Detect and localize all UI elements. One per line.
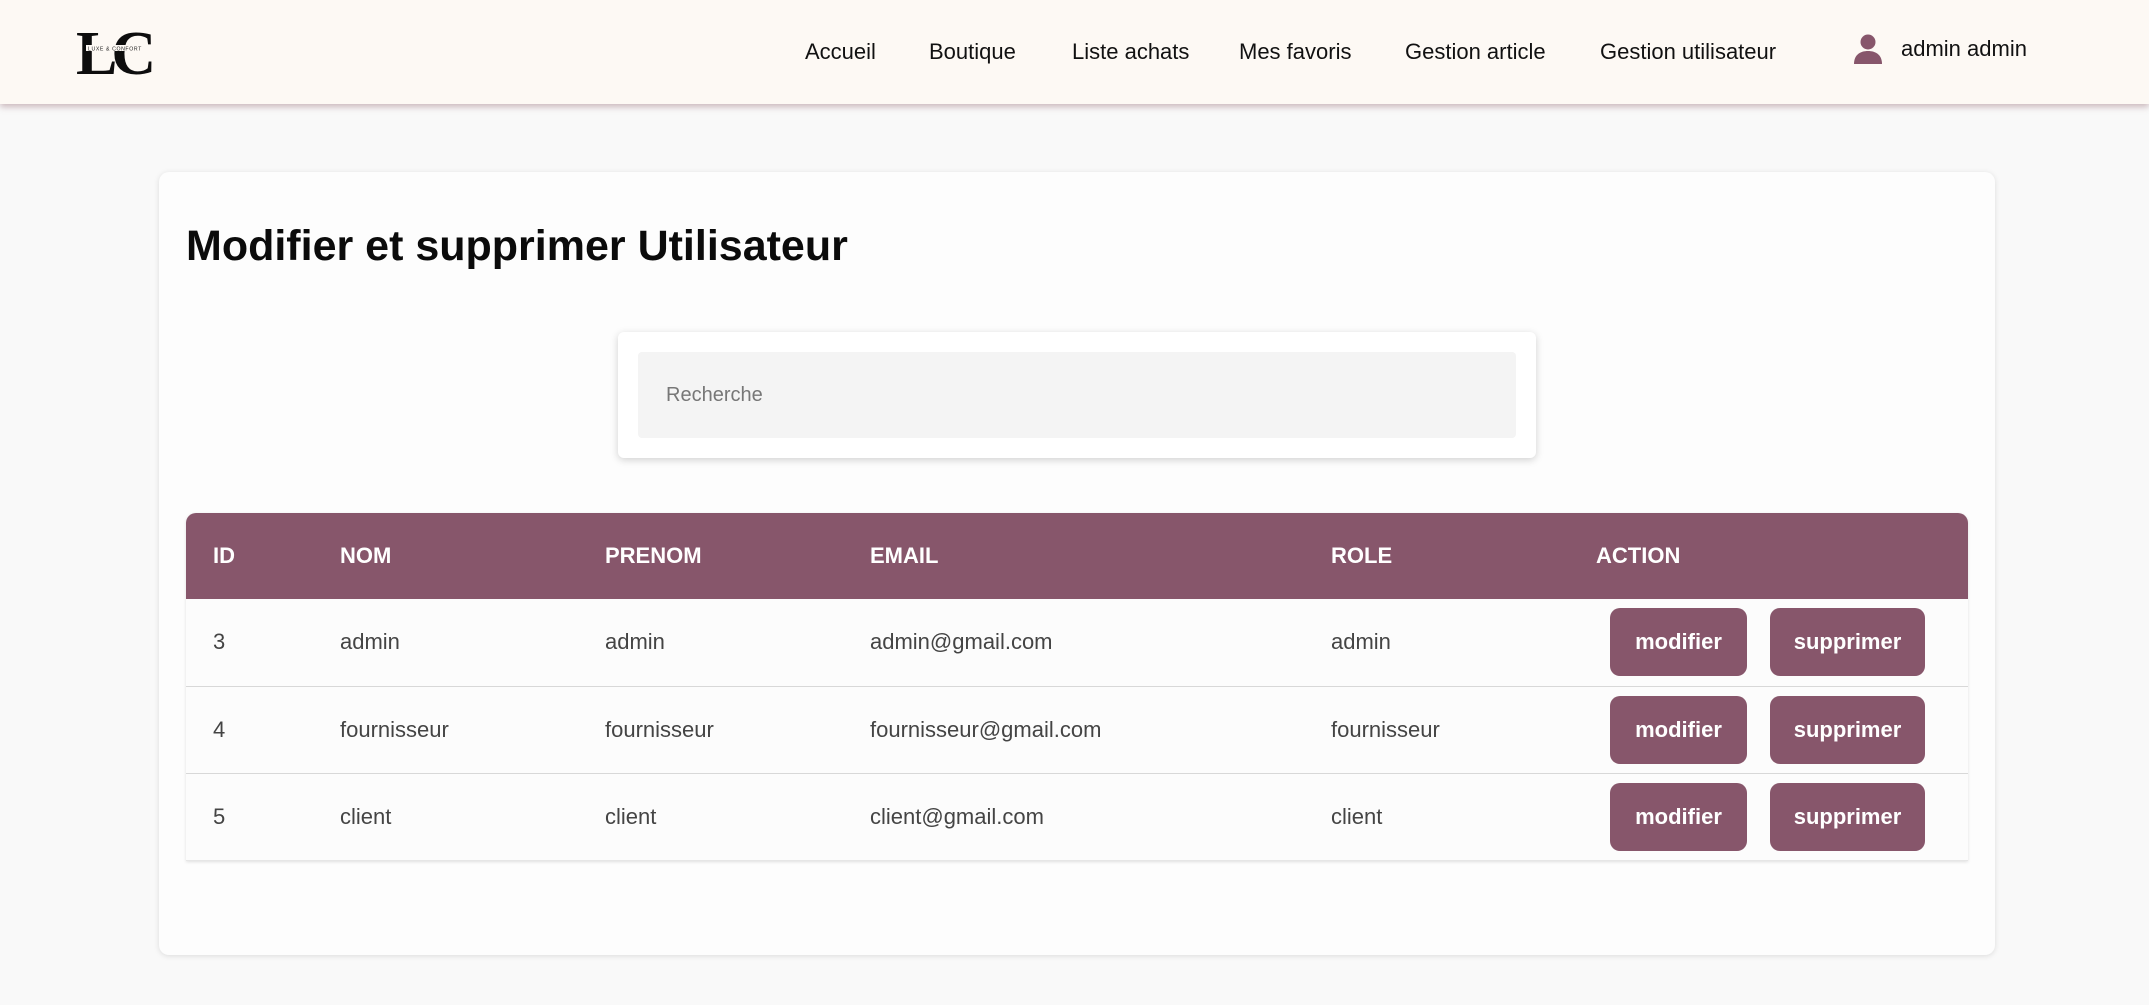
brand-logo[interactable]: LC LUXE & CONFORT [76, 22, 162, 78]
user-menu[interactable]: admin admin [1853, 33, 2027, 65]
table-row: 3 admin admin admin@gmail.com admin modi… [186, 599, 1968, 686]
column-header-id: ID [213, 543, 235, 568]
modifier-button[interactable]: modifier [1610, 695, 1747, 764]
modifier-button[interactable]: modifier [1610, 608, 1747, 677]
logo-tagline: LUXE & CONFORT [88, 47, 142, 53]
column-header-action: ACTION [1596, 543, 1681, 568]
nav-gestion-article[interactable]: Gestion article [1405, 38, 1546, 66]
nav-mes-favoris[interactable]: Mes favoris [1239, 38, 1351, 66]
table-header-row: ID NOM PRENOM EMAIL ROLE ACTION [186, 513, 1968, 599]
top-navbar: LC LUXE & CONFORT Accueil Boutique Liste… [0, 0, 2149, 104]
cell-actions: modifier supprimer [1569, 599, 1968, 686]
cell-id: 4 [213, 716, 226, 742]
users-table: ID NOM PRENOM EMAIL ROLE ACTION 3 admin … [186, 513, 1968, 861]
nav-accueil[interactable]: Accueil [805, 38, 876, 66]
cell-nom: fournisseur [340, 716, 449, 742]
table-row: 4 fournisseur fournisseur fournisseur@gm… [186, 686, 1968, 773]
column-header-role: ROLE [1331, 543, 1393, 568]
cell-id: 5 [213, 803, 226, 829]
search-container [618, 332, 1536, 458]
users-table-container: ID NOM PRENOM EMAIL ROLE ACTION 3 admin … [186, 513, 1968, 861]
cell-role: fournisseur [1331, 716, 1440, 742]
cell-prenom: client [605, 803, 657, 829]
cell-role: admin [1331, 629, 1391, 655]
nav-liste-achats[interactable]: Liste achats [1072, 38, 1189, 66]
logo-icon: LC LUXE & CONFORT [76, 22, 158, 78]
cell-email: admin@gmail.com [870, 629, 1053, 655]
user-management-card: Modifier et supprimer Utilisateur ID NOM… [159, 172, 1995, 955]
column-header-email: EMAIL [870, 543, 939, 568]
user-icon [1854, 34, 1882, 64]
nav-gestion-utilisateur[interactable]: Gestion utilisateur [1600, 38, 1776, 66]
search-input[interactable] [638, 352, 1516, 438]
modifier-button[interactable]: modifier [1610, 782, 1747, 851]
nav-boutique[interactable]: Boutique [929, 38, 1016, 66]
cell-actions: modifier supprimer [1569, 773, 1968, 860]
cell-email: fournisseur@gmail.com [870, 716, 1102, 742]
cell-nom: admin [340, 629, 400, 655]
supprimer-button[interactable]: supprimer [1770, 782, 1925, 851]
cell-prenom: fournisseur [605, 716, 714, 742]
column-header-nom: NOM [340, 543, 392, 568]
cell-id: 3 [213, 629, 226, 655]
cell-actions: modifier supprimer [1569, 686, 1968, 773]
cell-role: client [1331, 803, 1383, 829]
table-row: 5 client client client@gmail.com client … [186, 773, 1968, 860]
cell-email: client@gmail.com [870, 803, 1044, 829]
column-header-prenom: PRENOM [605, 543, 702, 568]
supprimer-button[interactable]: supprimer [1770, 695, 1925, 764]
supprimer-button[interactable]: supprimer [1770, 608, 1925, 677]
page-title: Modifier et supprimer Utilisateur [186, 222, 848, 270]
cell-nom: client [340, 803, 392, 829]
cell-prenom: admin [605, 629, 665, 655]
user-name: admin admin [1901, 36, 2027, 61]
